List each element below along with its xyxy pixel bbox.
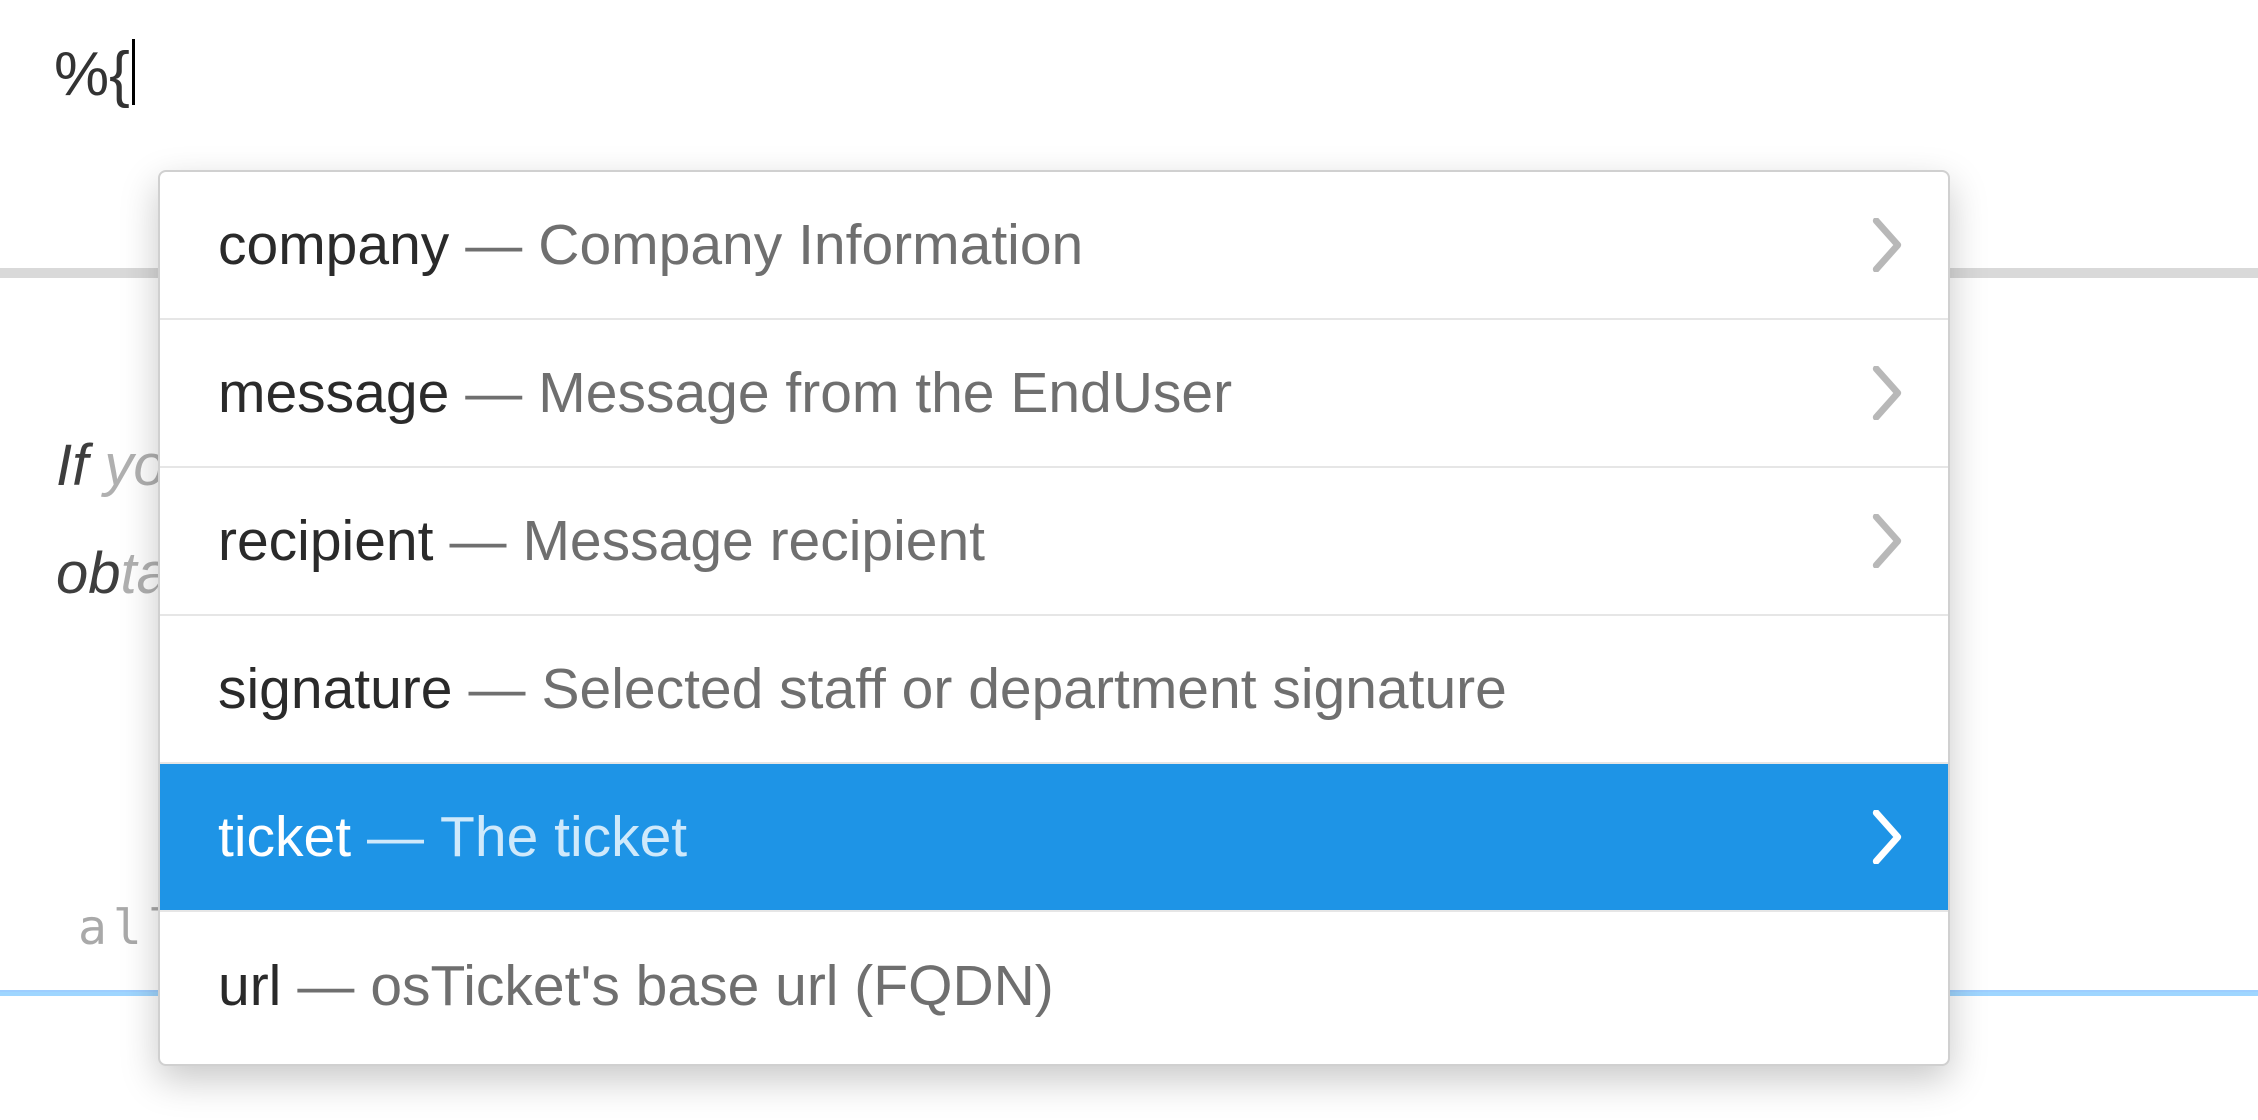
autocomplete-item-key: url (218, 953, 281, 1019)
editor-area[interactable]: %{ (54, 38, 2258, 112)
autocomplete-item-message[interactable]: message — Message from the EndUser (160, 320, 1948, 468)
autocomplete-item-desc: Selected staff or department signature (542, 656, 1507, 722)
chevron-right-icon (1870, 366, 1904, 420)
autocomplete-item-ticket[interactable]: ticket — The ticket (160, 764, 1948, 912)
chevron-right-icon (1870, 810, 1904, 864)
autocomplete-item-key: signature (218, 656, 453, 722)
autocomplete-item-signature[interactable]: signature — Selected staff or department… (160, 616, 1948, 764)
autocomplete-item-key: recipient (218, 508, 433, 574)
text-caret (132, 39, 135, 105)
autocomplete-item-desc: Message from the EndUser (538, 360, 1232, 426)
autocomplete-item-separator: — (453, 656, 542, 722)
autocomplete-item-desc: The ticket (440, 804, 687, 870)
autocomplete-item-separator: — (449, 212, 538, 278)
autocomplete-item-separator: — (281, 953, 370, 1019)
variable-trigger-text: %{ (54, 40, 130, 109)
autocomplete-item-url[interactable]: url — osTicket's base url (FQDN) (160, 912, 1948, 1060)
autocomplete-item-separator: — (449, 360, 538, 426)
autocomplete-item-key: message (218, 360, 449, 426)
chevron-right-icon (1870, 514, 1904, 568)
autocomplete-item-recipient[interactable]: recipient — Message recipient (160, 468, 1948, 616)
chevron-right-icon (1870, 218, 1904, 272)
autocomplete-item-separator: — (433, 508, 522, 574)
autocomplete-item-desc: Message recipient (522, 508, 985, 574)
autocomplete-item-desc: Company Information (538, 212, 1083, 278)
autocomplete-item-company[interactable]: company — Company Information (160, 172, 1948, 320)
variable-autocomplete-popup: company — Company Information message — … (158, 170, 1950, 1066)
autocomplete-item-key: company (218, 212, 449, 278)
autocomplete-item-desc: osTicket's base url (FQDN) (370, 953, 1053, 1019)
autocomplete-item-separator: — (351, 804, 440, 870)
autocomplete-item-key: ticket (218, 804, 351, 870)
